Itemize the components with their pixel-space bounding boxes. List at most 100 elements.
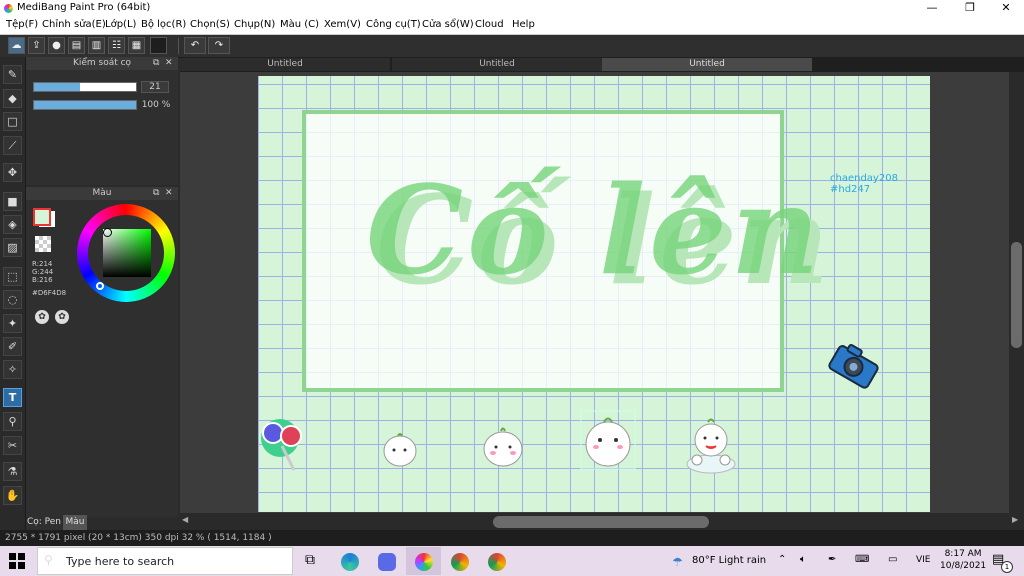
magic-wand-tool-icon[interactable]: ✦ xyxy=(3,314,22,333)
chrome-profile-icon[interactable] xyxy=(488,553,506,571)
message-icon[interactable]: ▤ xyxy=(68,37,85,54)
menu-view[interactable]: Xem(V) xyxy=(324,19,361,30)
tab-document-1[interactable]: Untitled xyxy=(180,58,390,71)
menu-file[interactable]: Tệp(F) xyxy=(6,19,38,30)
tab-document-3[interactable]: Untitled xyxy=(602,58,812,71)
brush-opacity-slider[interactable] xyxy=(33,100,137,110)
menu-edit[interactable]: Chỉnh sửa(E) xyxy=(42,19,106,30)
bucket-tool-icon[interactable]: ◈ xyxy=(3,215,22,234)
brush-opacity-fill xyxy=(34,101,136,109)
menu-tools[interactable]: Công cụ(T) xyxy=(366,19,421,30)
clock[interactable]: 8:17 AM 10/8/2021 xyxy=(940,548,986,572)
hue-cursor[interactable] xyxy=(96,282,104,290)
toolbar: ☁ ⇪ ● ▤ ▥ ☷ ▦ ↶ ↷ xyxy=(0,35,1024,58)
minimize-button[interactable]: — xyxy=(914,0,950,17)
select-rect-tool-icon[interactable]: ⬚ xyxy=(3,267,22,286)
eraser-tool-icon[interactable]: ◆ xyxy=(3,89,22,108)
transparent-color-swatch[interactable] xyxy=(35,236,51,252)
hand-tool-icon[interactable]: ✋ xyxy=(3,486,22,505)
divide-tool-icon[interactable]: ✂ xyxy=(3,436,22,455)
menu-select[interactable]: Chọn(S) xyxy=(190,19,230,30)
panel-detach-icon[interactable]: ⧉ xyxy=(153,57,159,70)
menu-bar: Tệp(F) Chỉnh sửa(E) Lớp(L) Bộ lọc(R) Chọ… xyxy=(0,17,1024,35)
pen-ink-icon[interactable]: ✒ xyxy=(828,554,836,565)
rgb-readout: R:214 G:244 B:216 xyxy=(32,260,53,284)
input-language[interactable]: VIE xyxy=(916,555,931,565)
blue-value: B:216 xyxy=(32,276,53,284)
weather-icon[interactable]: ☂ xyxy=(672,555,683,569)
notification-count-badge: 1 xyxy=(1001,561,1013,573)
comment-icon[interactable]: ● xyxy=(48,37,65,54)
panel-close-icon[interactable]: ✕ xyxy=(165,57,173,70)
list-icon[interactable]: ☷ xyxy=(108,37,125,54)
menu-cloud[interactable]: Cloud xyxy=(475,19,504,30)
saturation-value-square[interactable] xyxy=(103,229,151,277)
color-panel-header: Màu ⧉ ✕ xyxy=(26,187,178,200)
tab-document-2[interactable]: Untitled xyxy=(392,58,602,71)
hidden-icons-chevron-icon[interactable]: ⌃ xyxy=(778,554,786,565)
clock-date: 10/8/2021 xyxy=(940,561,987,571)
task-view-icon[interactable]: ⧉ xyxy=(305,552,315,568)
canvas-info: 2755 * 1791 pixel (20 * 13cm) 350 dpi 32… xyxy=(5,533,272,543)
windows-start-icon[interactable] xyxy=(9,553,25,569)
select-eraser-tool-icon[interactable]: ✧ xyxy=(3,360,22,379)
scroll-right-arrow-icon[interactable]: ▶ xyxy=(1012,515,1018,524)
select-pen-tool-icon[interactable]: ✐ xyxy=(3,337,22,356)
move-tool-icon[interactable]: ✥ xyxy=(3,163,22,182)
bun-sticker-1-icon xyxy=(383,433,417,467)
menu-layer[interactable]: Lớp(L) xyxy=(105,19,136,30)
taskbar-search-box[interactable]: ⚲ Type here to search xyxy=(37,547,293,575)
status-bar: 2755 * 1791 pixel (20 * 13cm) 350 dpi 32… xyxy=(0,530,1024,546)
medibang-app-icon[interactable] xyxy=(415,553,433,571)
eyedropper-tool-icon[interactable]: ⚗ xyxy=(3,462,22,481)
cloud-icon[interactable]: ☁ xyxy=(8,37,25,54)
rectangle-tool-icon[interactable]: □ xyxy=(3,112,22,131)
panel-detach-icon[interactable]: ⧉ xyxy=(153,187,159,200)
menu-filter[interactable]: Bộ lọc(R) xyxy=(141,19,186,30)
toolbar-divider xyxy=(178,38,179,54)
text-tool-icon[interactable]: T xyxy=(3,388,22,407)
display-icon[interactable]: ▭ xyxy=(888,554,897,565)
color-picker-cursor[interactable] xyxy=(103,228,112,237)
menu-capture[interactable]: Chụp(N) xyxy=(234,19,275,30)
brush-tool-icon[interactable]: ✎ xyxy=(3,65,22,84)
tab-color[interactable]: Màu xyxy=(63,515,87,530)
volume-icon[interactable]: 🔈︎ xyxy=(800,554,806,565)
fill-rect-tool-icon[interactable]: ■ xyxy=(3,192,22,211)
operation-tool-icon[interactable]: ⚲ xyxy=(3,412,22,431)
upload-icon[interactable]: ⇪ xyxy=(28,37,45,54)
pen-tool-icon[interactable]: ⟋ xyxy=(3,136,22,155)
document-icon[interactable]: ▥ xyxy=(88,37,105,54)
vertical-scroll-thumb[interactable] xyxy=(1011,242,1022,348)
close-button[interactable]: ✕ xyxy=(988,0,1024,17)
grid-icon[interactable]: ▦ xyxy=(128,37,145,54)
restore-button[interactable]: ❐ xyxy=(952,0,988,17)
brush-size-value[interactable]: 21 xyxy=(141,81,169,93)
horizontal-scroll-thumb[interactable] xyxy=(493,516,709,528)
gradient-tool-icon[interactable]: ▨ xyxy=(3,238,22,257)
menu-color[interactable]: Màu (C) xyxy=(280,19,319,30)
bun-sticker-3-icon xyxy=(580,410,636,470)
window-title: MediBang Paint Pro (64bit) xyxy=(17,2,151,13)
lasso-tool-icon[interactable]: ◌ xyxy=(3,290,22,309)
chrome-icon[interactable] xyxy=(451,553,469,571)
panel-close-icon[interactable]: ✕ xyxy=(165,187,173,200)
document-tabs: Untitled Untitled Untitled xyxy=(180,57,1024,72)
menu-help[interactable]: Help xyxy=(512,19,535,30)
red-value: R:214 xyxy=(32,260,53,268)
menu-window[interactable]: Cửa sổ(W) xyxy=(422,19,474,30)
zoom-app-icon[interactable] xyxy=(378,553,396,571)
brush-size-slider[interactable] xyxy=(33,82,137,92)
scroll-left-arrow-icon[interactable]: ◀ xyxy=(182,515,188,524)
foreground-color-swatch[interactable] xyxy=(33,208,51,226)
undo-icon[interactable]: ↶ xyxy=(184,37,206,54)
brush-panel-header: Kiểm soát cọ ⧉ ✕ xyxy=(26,57,178,70)
palette-icon[interactable]: ✿ xyxy=(35,310,49,324)
redo-icon[interactable]: ↷ xyxy=(208,37,230,54)
keyboard-icon[interactable]: ⌨ xyxy=(855,554,869,565)
edge-browser-icon[interactable] xyxy=(341,553,359,571)
tab-pen[interactable]: Cọ: Pen xyxy=(26,515,62,530)
weather-text[interactable]: 80°F Light rain xyxy=(692,555,766,566)
canvas-watermark: chaenday208 #hd247 xyxy=(830,173,898,195)
palette-settings-icon[interactable]: ✿ xyxy=(55,310,69,324)
